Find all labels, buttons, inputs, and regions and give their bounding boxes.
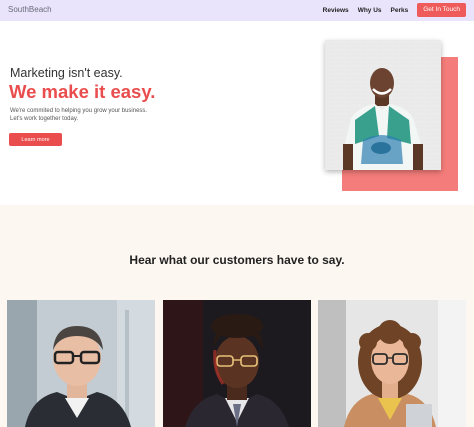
- hero-title: We make it easy.: [9, 81, 156, 102]
- customer-photo-3: [318, 300, 466, 427]
- nav-link-why-us[interactable]: Why Us: [358, 7, 382, 14]
- navbar: SouthBeach Reviews Why Us Perks Get In T…: [0, 0, 474, 21]
- customer-photo-2: [163, 300, 311, 427]
- hero-photo: [325, 40, 441, 170]
- hero-section: Marketing isn't easy. We make it easy. W…: [0, 21, 474, 205]
- get-in-touch-button[interactable]: Get In Touch: [417, 3, 466, 17]
- learn-more-button[interactable]: Learn more: [9, 133, 62, 146]
- nav-links: Reviews Why Us Perks Get In Touch: [323, 3, 466, 17]
- brand-logo[interactable]: SouthBeach: [8, 5, 52, 14]
- testimonials-title: Hear what our customers have to say.: [129, 253, 345, 267]
- customer-photo-1: [7, 300, 155, 427]
- nav-link-perks[interactable]: Perks: [391, 7, 409, 14]
- testimonials-section: Hear what our customers have to say.: [0, 205, 474, 427]
- hero-description: We're commited to helping you grow your …: [10, 108, 148, 122]
- hero-subtitle: Marketing isn't easy.: [10, 66, 123, 80]
- nav-link-reviews[interactable]: Reviews: [323, 7, 349, 14]
